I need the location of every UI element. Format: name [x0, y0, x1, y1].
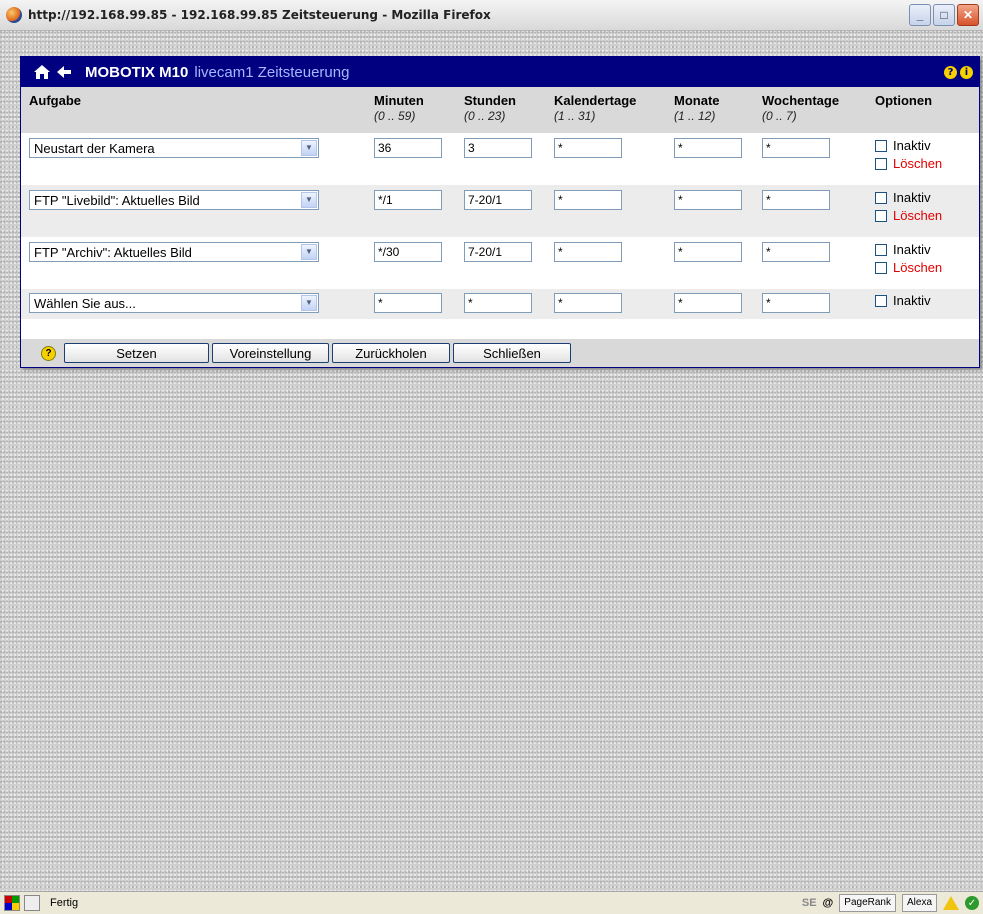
weekdays-input[interactable]	[762, 242, 830, 262]
minutes-input[interactable]	[374, 242, 442, 262]
inactive-checkbox[interactable]	[875, 139, 887, 152]
weekdays-input[interactable]	[762, 190, 830, 210]
task-select[interactable]: Neustart der Kamera ▼	[29, 138, 319, 158]
inactive-option[interactable]: Inaktiv	[875, 242, 975, 257]
minimize-button[interactable]: _	[909, 4, 931, 26]
inactive-checkbox[interactable]	[875, 191, 887, 204]
hours-input[interactable]	[464, 138, 532, 158]
pagerank-widget[interactable]: PageRank	[839, 894, 896, 912]
column-header-optionen: Optionen	[867, 87, 979, 133]
status-bar: Fertig SE @ PageRank Alexa ✓	[0, 891, 983, 914]
window-controls: _ □ ✕	[909, 4, 979, 26]
firefox-icon	[6, 7, 22, 23]
days-input[interactable]	[554, 242, 622, 262]
close-dialog-button[interactable]: Schließen	[453, 343, 571, 363]
inactive-option[interactable]: Inaktiv	[875, 190, 975, 205]
restore-button[interactable]: Zurückholen	[332, 343, 450, 363]
page-title: livecam1 Zeitsteuerung	[194, 63, 350, 81]
defaults-button[interactable]: Voreinstellung	[212, 343, 329, 363]
weekdays-input[interactable]	[762, 138, 830, 158]
schedule-table: Aufgabe Minuten (0 .. 59) Stunden (0 .. 23…	[21, 87, 979, 319]
chevron-down-icon[interactable]: ▼	[301, 244, 317, 260]
chevron-down-icon[interactable]: ▼	[301, 140, 317, 156]
set-button[interactable]: Setzen	[64, 343, 209, 363]
days-input[interactable]	[554, 190, 622, 210]
table-header-row: Aufgabe Minuten (0 .. 59) Stunden (0 .. 23…	[21, 87, 979, 133]
table-row: Neustart der Kamera▼ Inaktiv Löschen	[21, 133, 979, 185]
column-header-kalendertage: Kalendertage (1 .. 31)	[546, 87, 666, 133]
delete-checkbox[interactable]	[875, 261, 887, 274]
delete-option[interactable]: Löschen	[875, 260, 975, 275]
maximize-button[interactable]: □	[933, 4, 955, 26]
inactive-option[interactable]: Inaktiv	[875, 138, 975, 153]
seo-label[interactable]: SE	[802, 897, 817, 909]
connection-icon[interactable]	[24, 895, 40, 911]
months-input[interactable]	[674, 190, 742, 210]
home-icon[interactable]	[31, 61, 53, 83]
chevron-down-icon[interactable]: ▼	[301, 295, 317, 311]
task-select[interactable]: FTP "Archiv": Aktuelles Bild ▼	[29, 242, 319, 262]
hours-input[interactable]	[464, 190, 532, 210]
header-icons: ? i	[944, 65, 973, 79]
app-header: MOBOTIX M10 livecam1 Zeitsteuerung ? i	[21, 57, 979, 87]
delete-checkbox[interactable]	[875, 157, 887, 170]
check-icon[interactable]: ✓	[965, 896, 979, 910]
minutes-input[interactable]	[374, 190, 442, 210]
alexa-widget[interactable]: Alexa	[901, 894, 937, 912]
at-icon[interactable]: @	[823, 897, 834, 909]
hours-input[interactable]	[464, 242, 532, 262]
column-header-monate: Monate (1 .. 12)	[666, 87, 754, 133]
window-title: http://192.168.99.85 - 192.168.99.85 Zei…	[28, 8, 491, 22]
days-input[interactable]	[554, 293, 622, 313]
window-titlebar: http://192.168.99.85 - 192.168.99.85 Zei…	[0, 0, 983, 31]
delete-option[interactable]: Löschen	[875, 208, 975, 223]
column-header-stunden: Stunden (0 .. 23)	[456, 87, 546, 133]
minutes-input[interactable]	[374, 293, 442, 313]
inactive-checkbox[interactable]	[875, 243, 887, 256]
help-icon[interactable]: ?	[944, 65, 957, 79]
months-input[interactable]	[674, 138, 742, 158]
help-icon[interactable]: ?	[41, 345, 56, 361]
column-header-aufgabe: Aufgabe	[21, 87, 366, 133]
column-header-minuten: Minuten (0 .. 59)	[366, 87, 456, 133]
inactive-checkbox[interactable]	[875, 294, 887, 307]
status-extensions: SE @ PageRank Alexa ✓	[802, 894, 979, 912]
delete-checkbox[interactable]	[875, 209, 887, 222]
info-icon[interactable]: i	[960, 65, 973, 79]
warning-icon[interactable]	[943, 896, 959, 910]
weekdays-input[interactable]	[762, 293, 830, 313]
close-button[interactable]: ✕	[957, 4, 979, 26]
months-input[interactable]	[674, 242, 742, 262]
status-text: Fertig	[50, 897, 79, 909]
minutes-input[interactable]	[374, 138, 442, 158]
brand-title: MOBOTIX M10	[85, 63, 189, 81]
months-input[interactable]	[674, 293, 742, 313]
table-row: FTP "Archiv": Aktuelles Bild▼ Inaktiv Lö…	[21, 237, 979, 289]
days-input[interactable]	[554, 138, 622, 158]
table-row-new: Wählen Sie aus...▼ Inaktiv	[21, 289, 979, 319]
action-bar: ? Setzen Voreinstellung Zurückholen Schl…	[21, 339, 979, 367]
table-row: FTP "Livebild": Aktuelles Bild▼ Inaktiv …	[21, 185, 979, 237]
task-select[interactable]: FTP "Livebild": Aktuelles Bild ▼	[29, 190, 319, 210]
task-select[interactable]: Wählen Sie aus... ▼	[29, 293, 319, 313]
grid-icon[interactable]	[4, 895, 20, 911]
scheduler-panel: MOBOTIX M10 livecam1 Zeitsteuerung ? i A…	[20, 56, 980, 368]
inactive-option[interactable]: Inaktiv	[875, 293, 975, 308]
back-arrow-icon[interactable]	[55, 61, 73, 83]
delete-option[interactable]: Löschen	[875, 156, 975, 171]
column-header-wochentage: Wochentage (0 .. 7)	[754, 87, 867, 133]
chevron-down-icon[interactable]: ▼	[301, 192, 317, 208]
hours-input[interactable]	[464, 293, 532, 313]
